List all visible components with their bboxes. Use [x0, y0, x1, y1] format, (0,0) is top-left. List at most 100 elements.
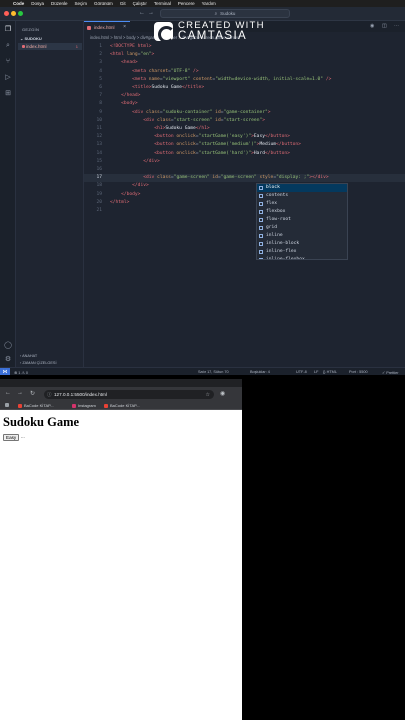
- close-window-button[interactable]: [4, 11, 9, 16]
- code-line[interactable]: 21: [84, 207, 405, 215]
- menu-duzenle[interactable]: Düzenle: [51, 1, 68, 6]
- forward-arrow-icon[interactable]: →: [148, 10, 154, 16]
- code-line[interactable]: 4 <meta charset="UTF-8" />: [84, 68, 405, 76]
- suggestion-item[interactable]: contents: [257, 192, 347, 200]
- bookmark-item[interactable]: BaCode KİTAP...: [104, 403, 140, 408]
- menu-code[interactable]: Code: [13, 1, 24, 6]
- menu-secim[interactable]: Seçim: [75, 1, 88, 6]
- zoom-window-button[interactable]: [18, 11, 23, 16]
- command-center[interactable]: ⌕ Sudoku: [160, 9, 290, 18]
- more-actions-icon[interactable]: ⋯: [394, 23, 399, 29]
- problems-indicator[interactable]: ⊗ 1 ⚠ 0: [14, 370, 28, 375]
- code-line[interactable]: 3 <head>: [84, 59, 405, 67]
- suggestion-item[interactable]: flex: [257, 200, 347, 208]
- gear-icon[interactable]: ⚙: [3, 355, 13, 365]
- search-icon[interactable]: ⌕: [3, 41, 13, 51]
- code-line[interactable]: 18 </div>: [84, 182, 405, 190]
- folder-sudoku[interactable]: ⌄ SUDOKU: [20, 36, 42, 41]
- code-line[interactable]: 9 <div class="sudoku-container" id="game…: [84, 109, 405, 117]
- outline-section[interactable]: › ANAHAT: [20, 354, 37, 358]
- code-token: "start-screen": [173, 117, 213, 123]
- code-line[interactable]: 20 </html>: [84, 199, 405, 207]
- bookmark-item[interactable]: Instagram: [72, 403, 96, 408]
- suggestion-item[interactable]: inline-block: [257, 240, 347, 248]
- file-index-html[interactable]: index.html 1: [18, 43, 82, 50]
- prettier-status[interactable]: ✓ Prettier: [382, 370, 398, 375]
- code-line[interactable]: 1 <!DOCTYPE html>: [84, 43, 405, 51]
- easy-button[interactable]: Easy: [3, 434, 20, 441]
- code-line[interactable]: 19 </body>: [84, 191, 405, 199]
- code-line[interactable]: 2 <html lang="en">: [84, 51, 405, 59]
- bookmark-item[interactable]: [5, 403, 9, 407]
- language-mode[interactable]: {} HTML: [323, 370, 337, 374]
- code-token: content: [190, 76, 213, 82]
- live-server-port[interactable]: Port : 5500: [349, 370, 368, 374]
- suggestion-item[interactable]: grid: [257, 224, 347, 232]
- code-line[interactable]: 11 <h1>Sudoku Game</h1>: [84, 125, 405, 133]
- menu-gorunum[interactable]: Görünüm: [94, 1, 113, 6]
- line-code: </head>: [110, 92, 140, 100]
- suggestion-label: grid: [266, 225, 278, 230]
- go-live-icon[interactable]: ◉: [370, 23, 374, 29]
- timeline-section[interactable]: › ZAMAN ÇİZELGESİ: [20, 361, 57, 365]
- code-line[interactable]: 10 <div class="start-screen" id="start-s…: [84, 117, 405, 125]
- value-icon: [259, 202, 263, 206]
- code-token: <div: [143, 175, 158, 181]
- run-debug-icon[interactable]: ▷: [3, 73, 13, 83]
- value-icon: [259, 242, 263, 246]
- code-line[interactable]: 7 </head>: [84, 92, 405, 100]
- back-arrow-icon[interactable]: ←: [139, 10, 145, 16]
- address-bar[interactable]: ⓘ 127.0.0.1:5500/index.html ☆: [44, 390, 214, 399]
- remote-indicator-icon[interactable]: ⋈: [0, 368, 10, 375]
- code-line[interactable]: 12 <button onclick="startGame('easy')">E…: [84, 133, 405, 141]
- extensions-icon[interactable]: ⊞: [3, 89, 13, 99]
- medium-button[interactable]: ...: [19, 434, 27, 441]
- menu-calistir[interactable]: Çalıştır: [133, 1, 147, 6]
- profile-avatar[interactable]: ◉: [220, 390, 225, 397]
- menu-terminal[interactable]: Terminal: [154, 1, 171, 6]
- code-token: "UTF-8": [170, 68, 191, 74]
- suggestion-item[interactable]: flow-root: [257, 216, 347, 224]
- suggestion-item[interactable]: inline: [257, 232, 347, 240]
- line-number: 5: [99, 76, 102, 82]
- encoding[interactable]: UTF-8: [296, 370, 307, 374]
- code-line[interactable]: 15 </div>: [84, 158, 405, 166]
- code-line[interactable]: 17 <div class="game-screen" id="game-scr…: [84, 174, 405, 183]
- menu-dosya[interactable]: Dosya: [31, 1, 44, 6]
- end-of-line[interactable]: LF: [314, 370, 318, 374]
- explorer-icon[interactable]: ❐: [3, 25, 13, 35]
- code-token: Hard: [253, 150, 265, 156]
- menu-yardim[interactable]: Yardım: [202, 1, 216, 6]
- back-arrow-icon[interactable]: ←: [5, 390, 11, 396]
- suggestion-item[interactable]: inline-flexbox: [257, 256, 347, 259]
- site-info-icon[interactable]: ⓘ: [47, 392, 52, 398]
- source-control-icon[interactable]: ⑂: [3, 57, 13, 67]
- code-line[interactable]: 8 <body>: [84, 100, 405, 108]
- code-editor[interactable]: 1 <!DOCTYPE html> 2 <html lang="en"> 3 <head…: [84, 43, 405, 367]
- line-number: 17: [96, 175, 102, 181]
- minimize-window-button[interactable]: [11, 11, 16, 16]
- suggestion-item[interactable]: block: [257, 184, 347, 192]
- forward-arrow-icon[interactable]: →: [17, 390, 23, 396]
- suggestion-item[interactable]: inline-flex: [257, 248, 347, 256]
- cursor-position[interactable]: Satır 17, Sütun 70: [198, 370, 229, 374]
- code-line[interactable]: 5 <meta name="viewport" content="width=d…: [84, 76, 405, 84]
- indentation[interactable]: Boşluklar: 4: [250, 370, 270, 374]
- code-line[interactable]: 6 <title>Sudoku Game</title>: [84, 84, 405, 92]
- explorer-title: GEZGİN: [22, 27, 40, 32]
- tab-index-html[interactable]: index.html ×: [84, 21, 130, 32]
- menu-git[interactable]: Git: [120, 1, 126, 6]
- code-line[interactable]: 13 <button onclick="startGame('medium')"…: [84, 141, 405, 149]
- code-line[interactable]: 16: [84, 166, 405, 174]
- bookmark-star-icon[interactable]: ☆: [206, 392, 210, 398]
- autocomplete-suggestions[interactable]: block contents flex flexbox flow-root grid inl…: [256, 183, 348, 260]
- reload-icon[interactable]: ↻: [30, 390, 35, 397]
- suggestion-item[interactable]: flexbox: [257, 208, 347, 216]
- close-icon[interactable]: ×: [123, 24, 126, 30]
- account-icon[interactable]: ◯: [3, 341, 13, 351]
- code-line[interactable]: 14 <button onclick="startGame('hard')">H…: [84, 150, 405, 158]
- menu-pencere[interactable]: Pencere: [178, 1, 195, 6]
- bookmark-item[interactable]: BaCode KİTAP...: [18, 403, 54, 408]
- split-editor-icon[interactable]: ◫: [382, 23, 387, 29]
